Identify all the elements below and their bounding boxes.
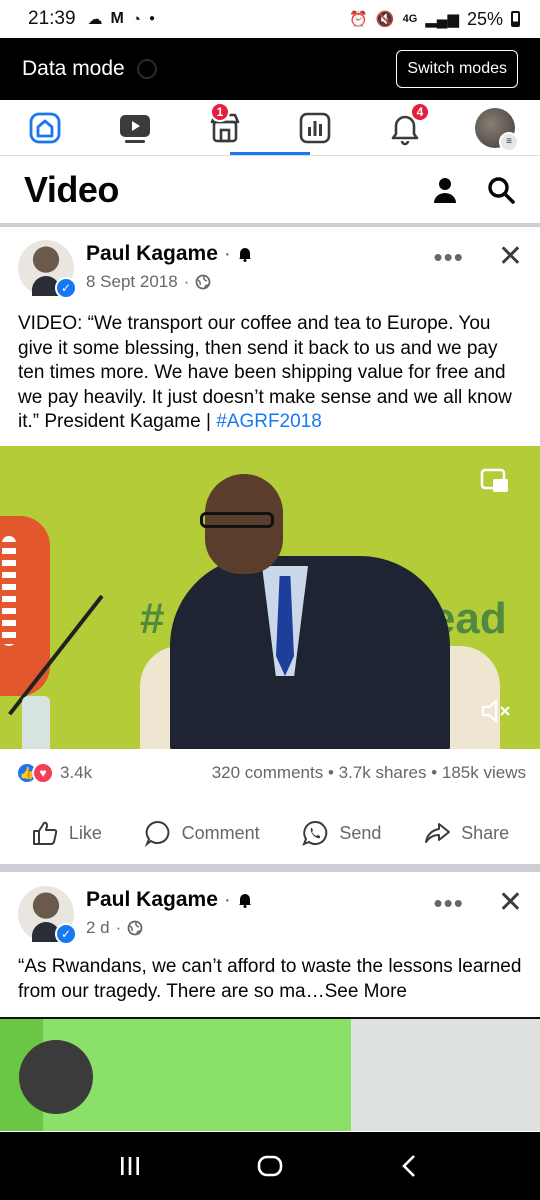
post-divider [0, 864, 540, 872]
picture-in-picture-icon[interactable] [480, 468, 510, 494]
signal-icon: ▂▄▆ [425, 10, 459, 28]
status-bar: 21:39 ☁ M ◔ ● ⏰ 🔇 4G ▂▄▆ 25% [0, 0, 540, 38]
love-reaction-icon[interactable]: ♥ [32, 762, 54, 784]
reaction-count[interactable]: 3.4k [60, 763, 92, 783]
speaker-body [170, 556, 450, 749]
globe-icon [195, 274, 211, 290]
thumbs-up-icon [32, 821, 58, 845]
post-header: ✓ Paul Kagame · 8 Sept 2018 · ••• ✕ [18, 240, 523, 299]
alarm-icon: ⏰ [349, 10, 368, 28]
post-text: VIDEO: “We transport our coffee and tea … [18, 312, 523, 435]
hashtag-link[interactable]: #AGRF2018 [216, 411, 322, 432]
send-label: Send [339, 822, 382, 843]
reactions-row: 👍 ♥ 3.4k 320 comments • 3.7k shares • 18… [16, 762, 526, 784]
menu-icon: ≡ [499, 131, 519, 152]
speaker-glasses [200, 512, 274, 528]
author2-name[interactable]: Paul Kagame [86, 888, 218, 912]
info-icon[interactable] [136, 59, 157, 79]
like-label: Like [68, 822, 102, 843]
page-header: Video [0, 157, 540, 223]
nav-feeds[interactable] [270, 100, 360, 156]
nav-home[interactable] [0, 100, 90, 156]
network-label: 4G [402, 12, 418, 25]
bell-icon[interactable] [237, 246, 253, 262]
verified2-icon: ✓ [55, 923, 77, 945]
post2-date[interactable]: 2 d [86, 918, 110, 938]
mute-status-icon: 🔇 [375, 10, 395, 28]
battery-icon [511, 11, 520, 27]
globe2-icon [127, 920, 143, 936]
post2-text: “As Rwandans, we can’t afford to waste t… [18, 955, 523, 1004]
data-mode-bar: Data mode Switch modes [0, 38, 540, 100]
back-icon[interactable] [396, 1152, 424, 1180]
post-stats[interactable]: 320 comments • 3.7k shares • 185k views [212, 763, 526, 783]
more-options-icon[interactable]: ••• [434, 244, 464, 270]
floating-button[interactable] [19, 1040, 93, 1114]
gmail-icon: M [110, 10, 124, 27]
share-icon [425, 823, 451, 843]
background-hash: # [140, 594, 165, 643]
chat-icon: ◔ [131, 10, 141, 28]
verified-icon: ✓ [55, 277, 77, 299]
nav-notifications[interactable]: 4 [360, 100, 450, 156]
like-button[interactable]: Like [31, 819, 102, 847]
post-date[interactable]: 8 Sept 2018 [86, 272, 178, 292]
post2-header: ✓ Paul Kagame · 2 d · ••• ✕ [18, 886, 523, 945]
nav-profile-menu[interactable]: ≡ [450, 100, 540, 156]
post-action-bar: Like Comment Send Share [0, 805, 540, 861]
home-button-icon[interactable] [256, 1152, 284, 1180]
search-icon[interactable] [486, 175, 516, 205]
profile-icon[interactable] [430, 175, 460, 205]
system-nav-bar [0, 1132, 540, 1200]
page-title: Video [24, 169, 119, 210]
cloud-icon: ☁ [87, 10, 103, 28]
mute-icon[interactable] [480, 697, 512, 725]
feeds-icon [299, 112, 331, 143]
recents-icon[interactable] [116, 1152, 144, 1180]
profile-avatar: ≡ [475, 107, 519, 152]
switch-modes-button[interactable]: Switch modes [396, 50, 518, 88]
whatsapp-icon [302, 820, 328, 846]
bell2-icon[interactable] [237, 892, 253, 908]
nav-active-indicator [230, 152, 310, 155]
nav-marketplace[interactable]: 1 [180, 100, 270, 156]
video-icon [120, 114, 150, 143]
post2-body: “As Rwandans, we can’t afford to waste t… [18, 956, 522, 1002]
author2-avatar[interactable]: ✓ [18, 886, 77, 945]
more-options2-icon[interactable]: ••• [434, 890, 464, 916]
send-button[interactable]: Send [301, 819, 381, 847]
comment-label: Comment [181, 822, 260, 843]
author-name[interactable]: Paul Kagame [86, 242, 218, 266]
close-icon[interactable]: ✕ [498, 242, 523, 272]
marketplace-badge: 1 [210, 101, 230, 122]
author-avatar[interactable]: ✓ [18, 240, 77, 299]
status-time: 21:39 [28, 8, 76, 29]
close2-icon[interactable]: ✕ [498, 888, 523, 918]
comment-button[interactable]: Comment [144, 819, 260, 847]
notifications-badge: 4 [410, 101, 430, 122]
battery-percent: 25% [466, 8, 503, 29]
poster-dots [2, 536, 16, 646]
header-divider [0, 223, 540, 227]
nav-video[interactable] [90, 100, 180, 156]
top-nav: 1 4 ≡ [0, 100, 540, 156]
home-icon [29, 112, 61, 143]
comment-icon [144, 820, 170, 847]
video-player[interactable]: # Lead [0, 446, 540, 749]
share-button[interactable]: Share [423, 819, 509, 847]
dot-icon: ● [148, 13, 155, 24]
see-more-link[interactable]: See More [325, 981, 407, 1002]
water-bottle [22, 696, 50, 749]
share-label: Share [461, 822, 510, 843]
data-mode-title: Data mode [22, 57, 125, 80]
